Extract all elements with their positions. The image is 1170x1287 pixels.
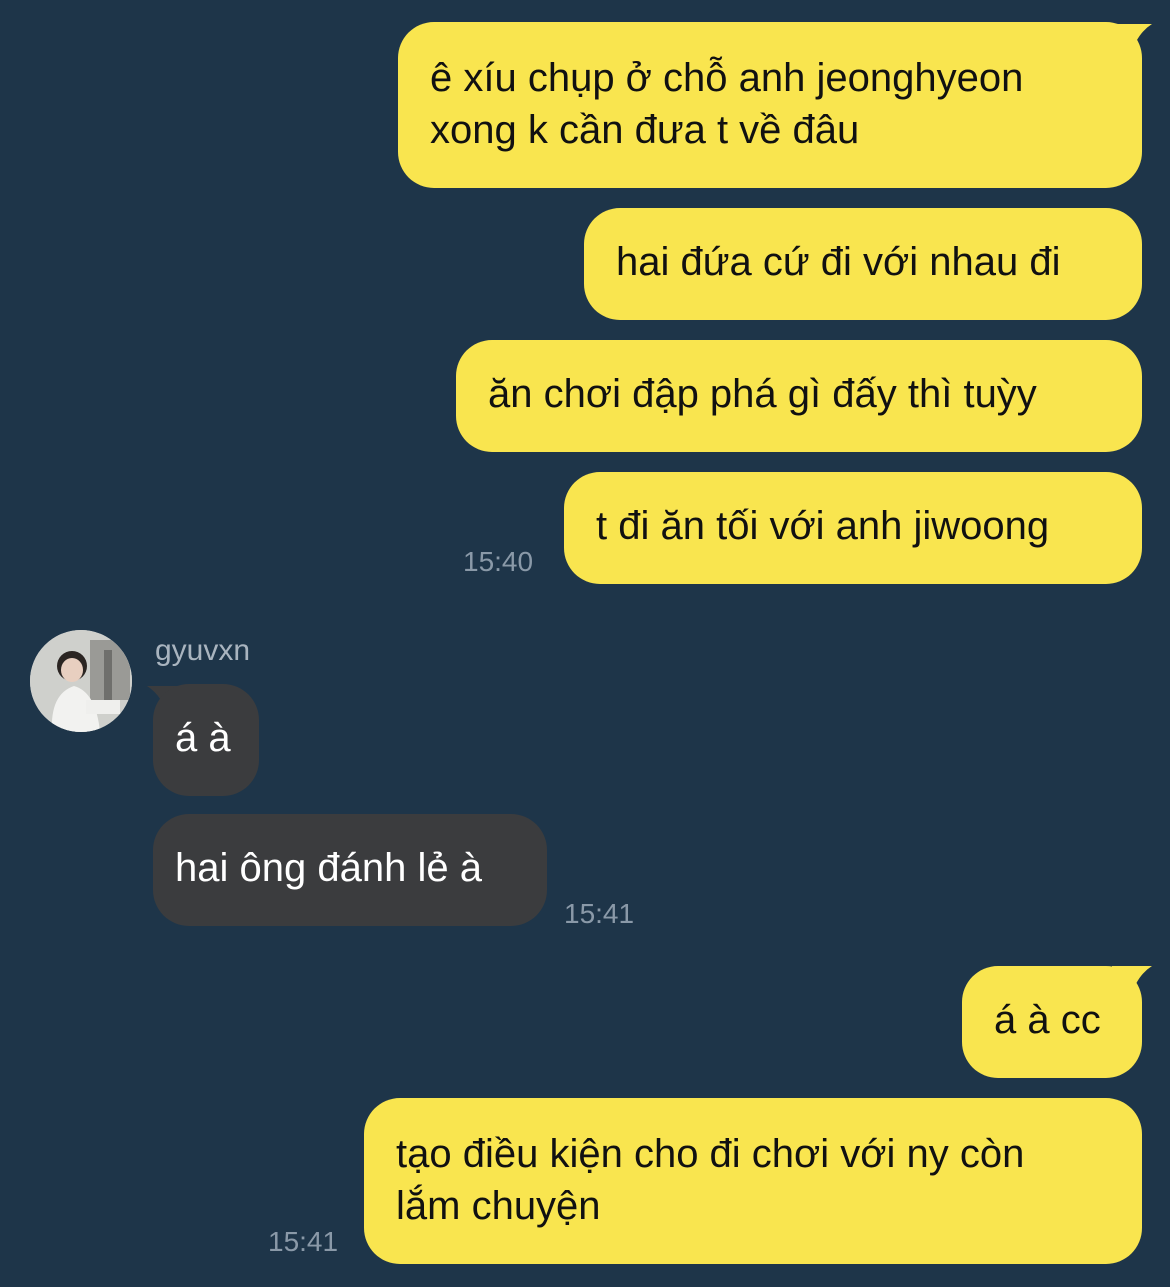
sender-name[interactable]: gyuvxn <box>155 634 250 668</box>
outgoing-message-3: ăn chơi đập phá gì đấy thì tuỳy <box>456 340 1142 452</box>
timestamp: 15:40 <box>463 546 534 577</box>
outgoing-message-2: hai đứa cứ đi với nhau đi <box>584 208 1142 320</box>
avatar[interactable] <box>30 630 132 732</box>
outgoing-message-6: tạo điều kiện cho đi chơi với ny còn lắm… <box>364 1098 1142 1264</box>
avatar-photo-icon <box>30 630 132 732</box>
incoming-message-1: á à <box>153 684 259 796</box>
timestamp: 15:41 <box>564 898 635 929</box>
timestamp: 15:41 <box>268 1226 339 1257</box>
incoming-message-2: hai ông đánh lẻ à <box>153 814 547 926</box>
outgoing-message-1: ê xíu chụp ở chỗ anh jeonghyeon xong k c… <box>398 22 1142 188</box>
outgoing-message-4: t đi ăn tối với anh jiwoong <box>564 472 1142 584</box>
outgoing-message-5: á à cc <box>962 966 1142 1078</box>
